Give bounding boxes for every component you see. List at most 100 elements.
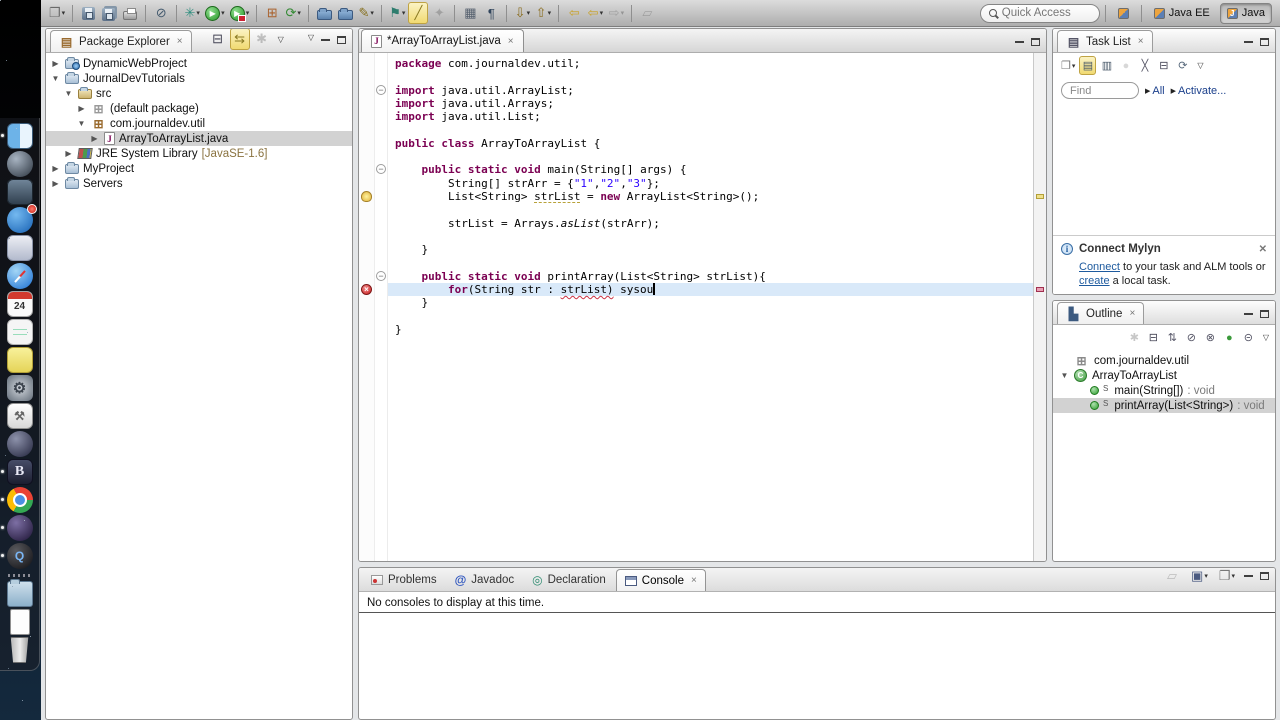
view-menu-icon[interactable]: ▽ <box>1197 61 1203 70</box>
last-edit-location-icon[interactable]: ⇦ <box>564 2 584 24</box>
search-icon[interactable]: ✎ ▾ <box>356 2 376 24</box>
tree-item-com-journaldev-util[interactable]: ▼ ⊞ com.journaldev.util <box>46 116 352 131</box>
show-selected-element-icon[interactable]: ▦ <box>460 2 480 24</box>
dock-item-documents-stack[interactable] <box>0 608 39 636</box>
outline-item-main-string-[interactable]: Smain(String[]) : void <box>1053 383 1275 398</box>
code-area[interactable]: package com.journaldev.util; import java.… <box>388 53 1033 561</box>
fold-collapse-icon[interactable]: − <box>376 164 386 175</box>
collapse-all-icon[interactable]: ⊟ <box>1155 56 1172 75</box>
mark-occurrences-icon[interactable]: ╱ <box>408 2 429 24</box>
skip-all-breakpoints-icon[interactable]: ⊘ <box>151 2 171 24</box>
connect-link[interactable]: Connect <box>1079 261 1120 273</box>
close-icon[interactable]: × <box>177 36 183 47</box>
code-line-19[interactable] <box>388 310 1033 323</box>
collapse-arrow-icon[interactable]: ▼ <box>76 119 87 128</box>
expand-arrow-icon[interactable]: ▶ <box>50 179 61 188</box>
minimize-icon[interactable] <box>1244 313 1253 315</box>
code-line-18[interactable]: } <box>388 296 1033 309</box>
dropdown-arrow-icon[interactable]: ▾ <box>297 9 301 17</box>
dock-item-launchpad[interactable] <box>0 150 39 178</box>
tab-editor-file[interactable]: J *ArrayToArrayList.java × <box>361 29 524 52</box>
refresh-icon[interactable]: ⟳ ▾ <box>283 2 303 24</box>
code-line-2[interactable]: import java.util.ArrayList; <box>388 84 1033 97</box>
perspective-button-java[interactable]: J Java <box>1219 2 1272 24</box>
maximize-icon[interactable] <box>1260 572 1269 580</box>
scheduled-presentation-icon[interactable]: ▥ <box>1098 56 1115 75</box>
hide-local-types-icon[interactable]: ⊝ <box>1240 328 1257 347</box>
tab-problems[interactable]: Problems <box>363 569 445 591</box>
save-all-icon[interactable] <box>99 2 119 24</box>
close-icon[interactable]: × <box>508 36 514 47</box>
dropdown-arrow-icon[interactable]: ▾ <box>246 9 250 17</box>
collapse-arrow-icon[interactable]: ▼ <box>63 89 74 98</box>
previous-annotation-icon[interactable]: ⇧ ▾ <box>533 2 553 24</box>
annotation-ruler[interactable]: × <box>359 53 375 561</box>
minimize-icon[interactable] <box>1244 575 1253 577</box>
error-marker-icon[interactable]: × <box>361 284 372 296</box>
fold-collapse-icon[interactable]: − <box>376 270 386 281</box>
dock-item-itunes[interactable] <box>0 430 39 458</box>
collapse-arrow-icon[interactable]: ▼ <box>50 74 61 83</box>
hide-non-public-members-icon[interactable]: ● <box>1221 328 1238 347</box>
dock-item-safari[interactable] <box>0 262 39 290</box>
expand-arrow-icon[interactable]: ▶ <box>76 104 87 113</box>
create-link[interactable]: create <box>1079 275 1110 287</box>
quickfix-bulb-icon[interactable] <box>361 191 372 202</box>
code-line-5[interactable] <box>388 123 1033 136</box>
dropdown-arrow-icon[interactable]: ▾ <box>621 9 625 17</box>
folding-ruler[interactable]: − − − <box>375 53 388 561</box>
dock-item-calendar[interactable]: 24 <box>0 290 39 318</box>
tree-item-myproject[interactable]: ▶ MyProject <box>46 161 352 176</box>
close-icon[interactable]: × <box>691 575 697 586</box>
collapse-all-icon[interactable]: ⊟ <box>1145 328 1162 347</box>
tab-outline[interactable]: ▙ Outline × <box>1057 302 1145 324</box>
tree-item-journaldevtutorials[interactable]: ▼ JournalDevTutorials <box>46 71 352 86</box>
close-icon[interactable]: × <box>1129 308 1135 319</box>
tree-item-servers[interactable]: ▶ Servers <box>46 176 352 191</box>
code-line-15[interactable] <box>388 256 1033 269</box>
dock-item-app-store[interactable] <box>0 204 39 234</box>
dock-item-reminders[interactable] <box>0 318 39 346</box>
dropdown-arrow-icon[interactable]: ▾ <box>1231 572 1235 580</box>
dock-item-trash[interactable] <box>0 636 39 664</box>
maximize-icon[interactable] <box>1260 310 1269 318</box>
tree-item-dynamicwebproject[interactable]: ▶ DynamicWebProject <box>46 56 352 71</box>
minimize-icon[interactable] <box>1015 41 1024 43</box>
open-resource-icon[interactable] <box>335 2 355 24</box>
find-input[interactable]: Find <box>1061 82 1139 99</box>
open-console-icon[interactable]: ❐ ▾ <box>1217 568 1237 587</box>
outline-item-printarray-list-string-[interactable]: SprintArray(List<String>) : void <box>1053 398 1275 413</box>
filter-all-link[interactable]: ▶ All <box>1145 85 1165 97</box>
run-external-tools-icon[interactable]: ▶ ▾ <box>228 2 252 24</box>
dropdown-arrow-icon[interactable]: ▾ <box>600 9 604 17</box>
next-annotation-icon[interactable]: ⇩ ▾ <box>512 2 532 24</box>
expand-arrow-icon[interactable]: ▶ <box>63 149 74 158</box>
expand-arrow-icon[interactable]: ▶ <box>89 134 100 143</box>
dock-item-quicktime[interactable]: Q <box>0 542 39 570</box>
code-line-20[interactable]: } <box>388 323 1033 336</box>
minimize-icon[interactable] <box>1244 41 1253 43</box>
code-line-7[interactable] <box>388 150 1033 163</box>
debug-icon[interactable]: ✳ ▾ <box>182 2 202 24</box>
task-context-icon[interactable]: ⚑ ▾ <box>387 2 407 24</box>
expand-arrow-icon[interactable]: ▼ <box>1059 371 1070 380</box>
close-icon[interactable]: ✕ <box>1259 244 1267 255</box>
code-line-8[interactable]: public static void main(String[] args) { <box>388 163 1033 176</box>
open-type-icon[interactable] <box>314 2 334 24</box>
dock-item-downloads-folder[interactable] <box>0 579 39 608</box>
dropdown-arrow-icon[interactable]: ▾ <box>1204 572 1208 580</box>
dock-item-mission-control[interactable] <box>0 178 39 206</box>
tab-console[interactable]: Console × <box>615 569 706 591</box>
tree-item-arraytoarraylist-java[interactable]: ▶ J ArrayToArrayList.java <box>46 131 352 146</box>
tab-package-explorer[interactable]: ▤ Package Explorer × <box>50 30 192 52</box>
link-with-editor-icon[interactable]: ⇆ <box>229 29 250 50</box>
maximize-icon[interactable] <box>1031 38 1040 46</box>
dock-item-chrome[interactable] <box>0 486 39 514</box>
dock-item-finder[interactable] <box>0 122 39 150</box>
tree-item--default-package-[interactable]: ▶ ⊞ (default package) <box>46 101 352 116</box>
deactivate-task-icon[interactable]: ╳ <box>1136 56 1153 75</box>
code-line-3[interactable]: import java.util.Arrays; <box>388 97 1033 110</box>
dropdown-arrow-icon[interactable]: ▾ <box>402 9 406 17</box>
print-icon[interactable] <box>120 2 140 24</box>
quick-access-input[interactable]: Quick Access <box>979 3 1100 23</box>
